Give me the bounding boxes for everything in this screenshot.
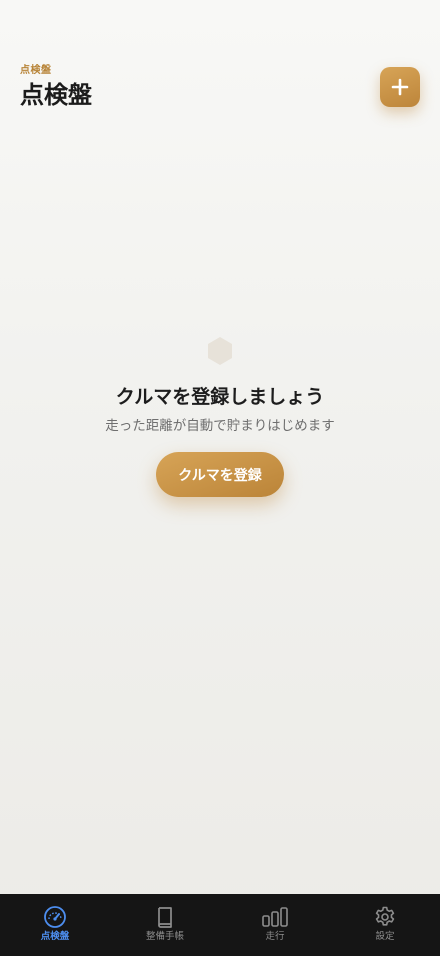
page-title: 点検盤 [20, 81, 92, 109]
tab-bar: 点検盤 整備手帳 走行 設定 [0, 894, 440, 956]
bar-chart-icon [262, 907, 288, 927]
page-eyebrow: 点検盤 [20, 65, 52, 76]
add-button[interactable] [380, 67, 420, 107]
tab-label: 点検盤 [40, 931, 70, 942]
book-icon [158, 907, 172, 928]
tab-label: 整備手帳 [145, 931, 184, 942]
speedometer-icon [44, 906, 66, 928]
empty-state: クルマを登録しましょう 走った距離が自動で貯まりはじめます [0, 336, 440, 436]
hexagon-icon [205, 336, 235, 366]
plus-icon [391, 78, 409, 96]
empty-state-subtitle: 走った距離が自動で貯まりはじめます [105, 418, 335, 434]
tab-label: 設定 [375, 931, 395, 942]
tab-driving[interactable]: 走行 [220, 894, 330, 956]
empty-state-title: クルマを登録しましょう [115, 386, 325, 408]
tab-settings[interactable]: 設定 [330, 894, 440, 956]
tab-dashboard[interactable]: 点検盤 [0, 894, 110, 956]
tab-maintenance-log[interactable]: 整備手帳 [110, 894, 220, 956]
tab-label: 走行 [265, 931, 285, 942]
gear-icon [375, 906, 395, 926]
register-car-button[interactable]: クルマを登録 [156, 452, 284, 497]
page-header: 点検盤 点検盤 [20, 64, 92, 111]
